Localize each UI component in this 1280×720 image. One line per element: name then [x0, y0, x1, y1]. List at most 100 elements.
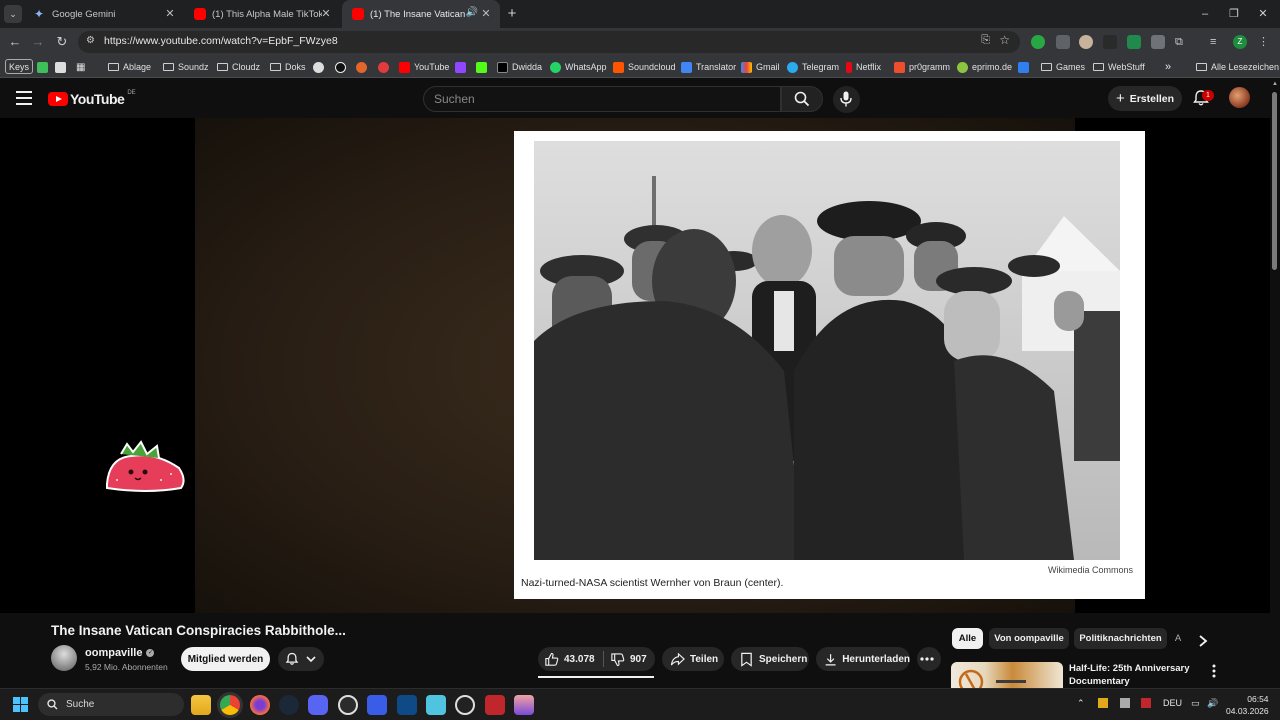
tab-gemini[interactable]: ✦ Google Gemini ✕	[24, 0, 184, 28]
inkscape-icon[interactable]	[455, 695, 475, 715]
bookmark-star-icon[interactable]: ☆	[999, 33, 1010, 47]
bookmark-folder-games[interactable]: Games	[1041, 60, 1085, 74]
bookmark-icon-only[interactable]	[37, 60, 52, 74]
tab-tiktoker-video[interactable]: (1) This Alpha Male TikToker is ✕	[184, 0, 340, 28]
save-button[interactable]: Speichern	[731, 647, 809, 671]
bookmark-dwidda[interactable]: Dwidda	[497, 60, 542, 74]
bookmark-folder-cloudz[interactable]: Cloudz	[217, 60, 260, 74]
chrome-icon[interactable]	[220, 695, 240, 715]
bookmark-youtube[interactable]: YouTube	[399, 60, 449, 74]
red-app-icon[interactable]	[485, 695, 505, 715]
tab-search-icon[interactable]: ⌄	[4, 5, 22, 23]
profile-icon[interactable]: Z	[1233, 35, 1247, 49]
back-icon[interactable]: ←	[6, 33, 24, 51]
voice-search-button[interactable]	[833, 86, 860, 113]
vscode-icon[interactable]	[397, 695, 417, 715]
search-box[interactable]	[423, 86, 781, 112]
reading-list-icon[interactable]: ≡	[1210, 35, 1224, 49]
steam-icon[interactable]	[279, 695, 299, 715]
maximize-window-button[interactable]: ❐	[1225, 5, 1243, 23]
app-icon[interactable]	[367, 695, 387, 715]
tray-app-icon[interactable]	[1120, 698, 1130, 708]
tray-app-icon[interactable]	[1141, 698, 1151, 708]
extension-icon[interactable]	[1103, 35, 1117, 49]
forward-icon[interactable]: →	[29, 33, 47, 51]
bookmark-icon-only[interactable]	[476, 60, 491, 74]
recommended-video-thumbnail[interactable]	[951, 662, 1063, 688]
join-button[interactable]: Mitglied werden	[181, 647, 270, 671]
extension-icon[interactable]	[1031, 35, 1045, 49]
close-tab-icon[interactable]: ✕	[162, 6, 178, 22]
more-vertical-icon[interactable]	[1209, 664, 1219, 678]
close-window-button[interactable]: ✕	[1254, 5, 1272, 23]
obs-icon[interactable]	[338, 695, 358, 715]
browser-menu-icon[interactable]: ⋮	[1258, 35, 1272, 49]
scroll-up-arrow-icon[interactable]: ▲	[1272, 81, 1278, 87]
bookmark-icon-only[interactable]	[313, 60, 328, 74]
bookmark-icon-only[interactable]	[55, 60, 70, 74]
chip-political-news[interactable]: Politiknachrichten	[1074, 628, 1167, 649]
notepad-icon[interactable]	[426, 695, 446, 715]
bookmark-pr0gramm[interactable]: pr0gramm	[894, 60, 950, 74]
bookmark-icon-only[interactable]	[356, 60, 371, 74]
bookmark-eprimo[interactable]: eprimo.de	[957, 60, 1012, 74]
extension-icon[interactable]	[1151, 35, 1165, 49]
like-button[interactable]: 43.078	[538, 647, 602, 671]
download-button[interactable]: Herunterladen	[816, 647, 910, 671]
bookmark-telegram[interactable]: Telegram	[787, 60, 839, 74]
volume-icon[interactable]: 🔊	[1207, 698, 1218, 709]
bookmarks-overflow-button[interactable]: »	[1165, 60, 1171, 74]
extension-icon[interactable]	[1127, 35, 1141, 49]
recommended-video-title[interactable]: Half-Life: 25th Anniversary Documentary	[1069, 662, 1199, 688]
more-actions-button[interactable]	[917, 647, 941, 671]
bookmark-folder-ablage[interactable]: Ablage	[108, 60, 151, 74]
chip-from-channel[interactable]: Von oompaville	[989, 628, 1069, 649]
file-explorer-icon[interactable]	[191, 695, 211, 715]
bookmark-icon-only[interactable]	[455, 60, 470, 74]
new-tab-button[interactable]: +	[503, 5, 521, 23]
bookmark-gmail[interactable]: Gmail	[741, 60, 780, 74]
discord-icon[interactable]	[308, 695, 328, 715]
close-tab-icon[interactable]: ✕	[318, 6, 334, 22]
dislike-button[interactable]: 907	[605, 647, 655, 671]
search-button[interactable]	[781, 86, 823, 112]
bookmark-netflix[interactable]: Netflix	[846, 60, 881, 74]
scrollbar-thumb[interactable]	[1272, 92, 1277, 270]
minimize-window-button[interactable]: –	[1196, 5, 1214, 23]
bookmark-folder-soundz[interactable]: Soundz	[163, 60, 209, 74]
create-button[interactable]: + Erstellen	[1108, 86, 1182, 111]
firefox-icon[interactable]	[250, 695, 270, 715]
taskbar-search[interactable]: Suche	[38, 693, 184, 716]
network-icon[interactable]: ▭	[1191, 698, 1200, 709]
youtube-logo[interactable]: YouTube DE	[48, 90, 136, 107]
chip-partial[interactable]: A	[1172, 628, 1184, 649]
bookmark-icon-only[interactable]	[378, 60, 393, 74]
channel-avatar[interactable]	[51, 645, 77, 671]
paint-icon[interactable]	[514, 695, 534, 715]
bookmark-icon-only[interactable]	[335, 60, 350, 74]
bookmark-icon-only[interactable]	[1018, 60, 1033, 74]
channel-name-link[interactable]: oompaville ✓	[85, 647, 155, 659]
share-button[interactable]: Teilen	[662, 647, 724, 671]
bookmark-keys[interactable]: Keys	[5, 59, 34, 74]
user-avatar[interactable]	[1229, 87, 1250, 108]
subscription-bell-button[interactable]	[278, 647, 324, 671]
close-tab-icon[interactable]: ✕	[478, 6, 494, 22]
bookmark-translator[interactable]: Translator	[681, 60, 736, 74]
site-info-icon[interactable]: ⚙	[86, 35, 95, 46]
language-indicator[interactable]: DEU	[1163, 698, 1182, 708]
extension-icon[interactable]	[1079, 35, 1093, 49]
chip-all[interactable]: Alle	[952, 628, 983, 649]
video-player[interactable]: Wikimedia Commons Nazi-turned-NASA scien…	[0, 118, 1270, 613]
windows-start-icon[interactable]	[13, 697, 29, 713]
extensions-puzzle-icon[interactable]: ⧉	[1175, 35, 1189, 49]
address-bar[interactable]: ⚙ https://www.youtube.com/watch?v=EpbF_F…	[78, 31, 1020, 53]
tray-app-icon[interactable]	[1098, 698, 1108, 708]
page-scrollbar[interactable]: ▲	[1270, 78, 1280, 688]
taskbar-clock[interactable]: 06:54 04.03.2026	[1226, 693, 1269, 717]
audio-playing-icon[interactable]: 🔊	[466, 7, 478, 18]
menu-icon[interactable]	[16, 91, 32, 105]
install-app-icon[interactable]: ⎘	[981, 34, 990, 47]
search-input[interactable]	[424, 87, 780, 111]
extension-icon[interactable]	[1056, 35, 1070, 49]
